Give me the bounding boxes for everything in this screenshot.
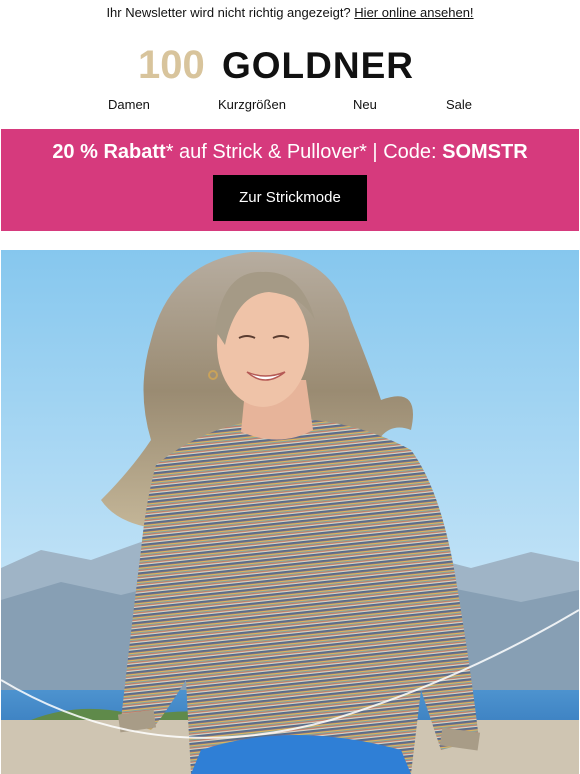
nav-item-neu[interactable]: Neu (353, 97, 377, 112)
preheader: Ihr Newsletter wird nicht richtig angeze… (0, 4, 580, 21)
brand-name: GOLDNER (222, 45, 414, 84)
logo-graphic: 100 GOLDNER (138, 43, 414, 87)
knitwear-cta-button[interactable]: Zur Strickmode (213, 175, 367, 221)
promo-code: SOMSTR (442, 141, 528, 163)
newsletter-page: Ihr Newsletter wird nicht richtig angeze… (0, 0, 580, 774)
hero-image[interactable] (1, 250, 579, 774)
view-online-link[interactable]: Hier online ansehen! (354, 5, 473, 20)
preheader-text: Ihr Newsletter wird nicht richtig angeze… (106, 5, 351, 20)
hero-photo (1, 251, 579, 774)
promo-description: * auf Strick & Pullover* | Code: (165, 141, 443, 163)
promo-text: 20 % Rabatt* auf Strick & Pullover* | Co… (1, 140, 579, 164)
promo-discount: 20 % Rabatt (52, 141, 166, 163)
nav-item-sale[interactable]: Sale (446, 97, 472, 112)
goldner-logo[interactable]: 100 GOLDNER (138, 40, 444, 87)
main-nav: Damen Kurzgrößen Neu Sale (0, 97, 580, 115)
nav-item-damen[interactable]: Damen (108, 97, 150, 112)
promo-banner: 20 % Rabatt* auf Strick & Pullover* | Co… (1, 129, 579, 231)
nav-item-kurzgroessen[interactable]: Kurzgrößen (218, 97, 286, 112)
anniversary-mark: 100 (138, 43, 205, 84)
